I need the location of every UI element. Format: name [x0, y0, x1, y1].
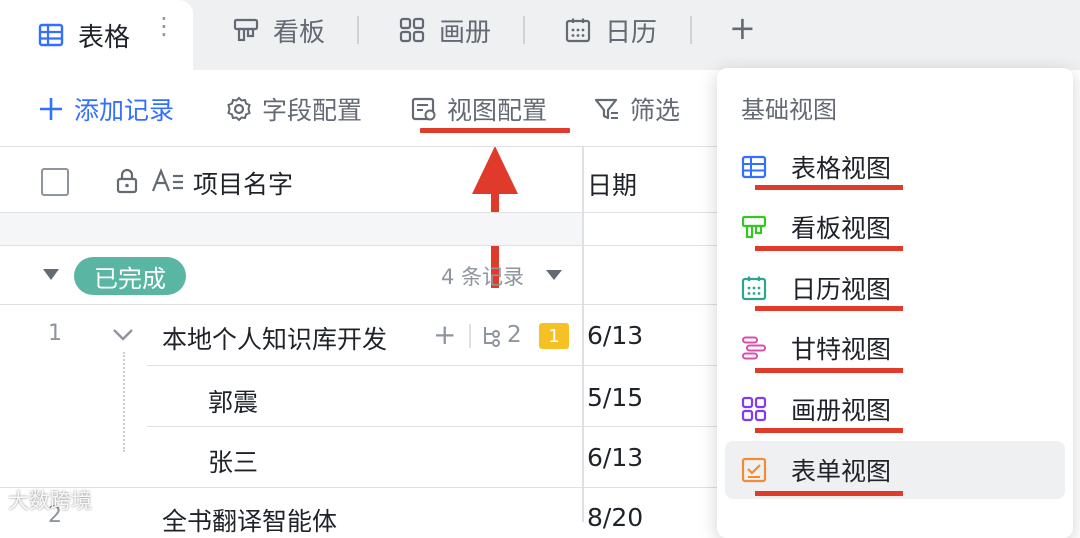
- date-cell[interactable]: 6/13: [587, 321, 643, 350]
- field-config-label: 字段配置: [262, 96, 363, 125]
- add-record-label: 添加记录: [74, 96, 175, 125]
- kanban-view-icon: [741, 215, 767, 239]
- annotation-underline: [420, 128, 570, 133]
- collapse-group-icon[interactable]: [43, 269, 59, 281]
- row-index: 1: [48, 321, 62, 346]
- tab-gallery[interactable]: 画册: [399, 0, 491, 60]
- add-subrecord-icon[interactable]: +: [433, 318, 456, 351]
- tab-table-label: 表格: [78, 22, 131, 53]
- tab-kanban[interactable]: 看板: [233, 0, 325, 60]
- tab-kanban-label: 看板: [273, 17, 326, 48]
- menu-item-label: 表格视图: [791, 154, 892, 183]
- date-cell[interactable]: 6/13: [587, 443, 643, 472]
- annotation-underline: [755, 368, 903, 373]
- view-tab-bar: 表格 ⋮ 看板 画册 日历 +: [0, 0, 1080, 70]
- subrecord-name[interactable]: 郭震: [208, 383, 258, 419]
- add-view-button[interactable]: +: [729, 12, 756, 44]
- divider: [147, 365, 720, 366]
- select-all-checkbox[interactable]: [41, 168, 69, 196]
- gantt-view-icon: [742, 336, 766, 360]
- gallery-icon: [399, 17, 425, 43]
- menu-section-title: 基础视图: [741, 96, 837, 124]
- tab-more-icon[interactable]: ⋮: [152, 14, 176, 38]
- group-spacer: [0, 213, 582, 245]
- view-type-menu: 基础视图 表格视图 看板视图 日历视图 甘特视图 画册视图 表单视图: [717, 68, 1073, 538]
- gallery-view-icon: [741, 396, 767, 422]
- menu-item-label: 日历视图: [791, 275, 892, 304]
- filter-label: 筛选: [630, 96, 681, 125]
- watermark-logo: 大数跨境: [8, 485, 92, 515]
- tab-divider: [523, 16, 525, 44]
- record-name[interactable]: 全书翻译智能体: [162, 502, 337, 538]
- view-config-button[interactable]: 视图配置: [411, 88, 547, 130]
- divider: [0, 304, 720, 305]
- menu-item-label: 甘特视图: [791, 335, 892, 364]
- tab-divider: [357, 16, 359, 44]
- subrecord-name[interactable]: 张三: [208, 443, 258, 479]
- menu-item-label: 表单视图: [791, 457, 892, 486]
- menu-item-label: 看板视图: [791, 214, 892, 243]
- annotation-underline: [755, 306, 903, 311]
- date-cell[interactable]: 5/15: [587, 383, 643, 412]
- divider: [469, 324, 471, 348]
- divider: [0, 245, 720, 246]
- column-header-name[interactable]: 项目名字: [193, 165, 293, 201]
- tree-connector: [123, 352, 125, 452]
- annotation-underline: [755, 246, 903, 251]
- column-header-date[interactable]: 日期: [587, 166, 637, 202]
- subtask-count: 2: [507, 322, 522, 348]
- plus-icon: [40, 98, 62, 120]
- view-config-label: 视图配置: [447, 96, 548, 125]
- lock-icon: [116, 168, 138, 194]
- watermark-text: 大数跨境: [8, 489, 92, 513]
- filter-icon: [594, 98, 618, 120]
- menu-item-label: 画册视图: [791, 396, 892, 425]
- expand-subrows-icon[interactable]: [112, 328, 134, 342]
- annotation-underline: [755, 185, 903, 190]
- form-view-icon: [741, 457, 767, 483]
- record-name[interactable]: 本地个人知识库开发: [162, 320, 387, 356]
- filter-button[interactable]: 筛选: [594, 88, 680, 130]
- annotation-underline: [755, 428, 903, 433]
- divider: [147, 426, 720, 427]
- subtask-icon: [484, 327, 500, 347]
- calendar-icon: [565, 18, 591, 43]
- kanban-icon: [233, 18, 259, 42]
- grid-table-icon: [38, 23, 64, 47]
- field-config-button[interactable]: 字段配置: [226, 88, 362, 130]
- chevron-down-icon[interactable]: [546, 270, 562, 281]
- add-record-button[interactable]: 添加记录: [38, 88, 174, 130]
- table-view-icon: [741, 155, 767, 179]
- group-record-count: 4 条记录: [441, 265, 525, 289]
- date-cell[interactable]: 8/20: [587, 503, 643, 532]
- calendar-view-icon: [741, 276, 767, 301]
- annotation-underline: [755, 491, 903, 496]
- tab-calendar[interactable]: 日历: [565, 0, 657, 60]
- tab-gallery-label: 画册: [439, 17, 492, 48]
- comment-count-badge: 1: [539, 323, 569, 349]
- tab-calendar-label: 日历: [605, 17, 658, 48]
- divider: [0, 146, 720, 147]
- tab-divider: [690, 16, 692, 44]
- text-field-icon: [151, 168, 183, 192]
- view-settings-icon: [411, 97, 436, 121]
- gear-icon: [227, 96, 251, 122]
- divider: [0, 487, 720, 488]
- column-divider: [582, 146, 584, 522]
- status-badge: 已完成: [74, 257, 186, 295]
